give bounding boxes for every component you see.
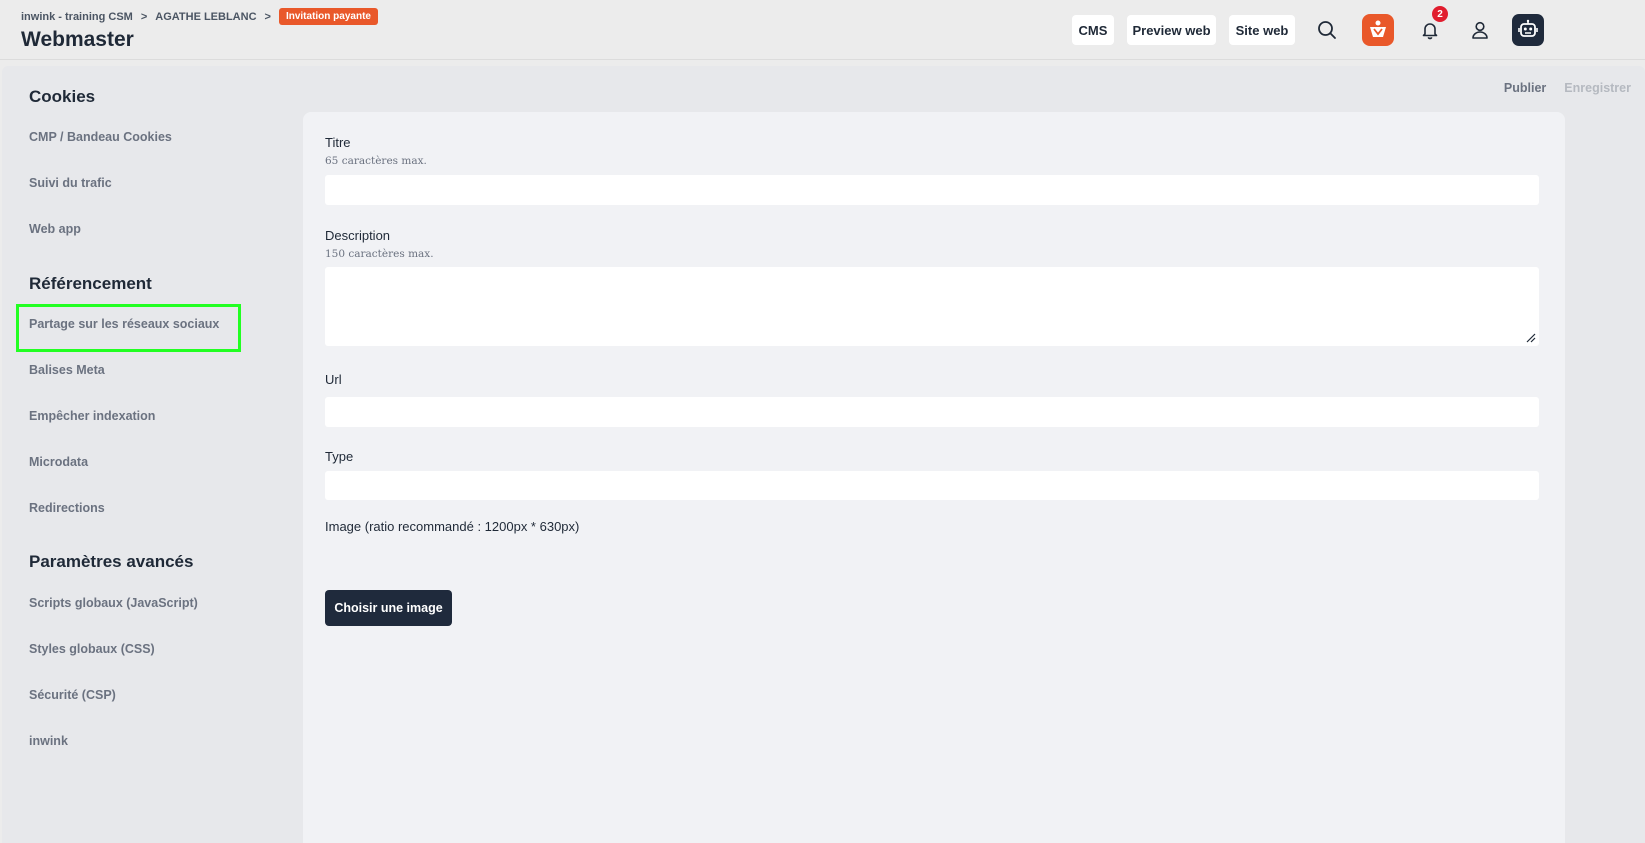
breadcrumb-separator: > — [140, 10, 148, 23]
page-title: Webmaster — [21, 28, 134, 51]
section-title-advanced: Paramètres avancés — [29, 552, 194, 571]
sidebar-item-microdata[interactable]: Microdata — [29, 455, 88, 469]
sidebar-item-global-scripts[interactable]: Scripts globaux (JavaScript) — [29, 596, 198, 610]
bell-icon — [1422, 23, 1438, 40]
breadcrumb-separator: > — [264, 10, 271, 23]
event-type-badge: Invitation payante — [278, 8, 378, 25]
notifications-button[interactable]: 2 — [1414, 6, 1448, 46]
assistant-button[interactable] — [1362, 14, 1394, 46]
publish-button[interactable]: Publier — [1504, 81, 1546, 95]
search-button[interactable] — [1311, 14, 1343, 46]
sidebar-item-security-csp[interactable]: Sécurité (CSP) — [29, 688, 116, 702]
sidebar-item-inwink[interactable]: inwink — [29, 734, 68, 748]
cms-button[interactable]: CMS — [1072, 15, 1114, 45]
preview-web-button[interactable]: Preview web — [1127, 15, 1216, 45]
image-label: Image (ratio recommandé : 1200px * 630px… — [325, 519, 580, 534]
title-input[interactable] — [325, 175, 1539, 205]
url-input[interactable] — [325, 397, 1539, 427]
sidebar-item-redirections[interactable]: Redirections — [29, 501, 105, 515]
search-icon — [1318, 21, 1336, 39]
sidebar-item-social-sharing[interactable]: Partage sur les réseaux sociaux — [29, 317, 219, 331]
bot-button[interactable] — [1512, 14, 1544, 46]
user-account-button[interactable] — [1464, 14, 1496, 46]
sidebar-item-web-app[interactable]: Web app — [29, 222, 81, 236]
description-label: Description — [325, 228, 391, 243]
site-web-button[interactable]: Site web — [1229, 15, 1295, 45]
section-title-cookies: Cookies — [29, 87, 96, 106]
sidebar-item-prevent-indexing[interactable]: Empêcher indexation — [29, 409, 155, 423]
robot-icon — [1518, 19, 1538, 37]
url-label: Url — [325, 372, 342, 387]
sidebar: Cookies CMP / Bandeau Cookies Suivi du t… — [2, 66, 302, 843]
top-actions: Publier Enregistrer — [1504, 81, 1631, 95]
notification-count-badge: 2 — [1432, 6, 1448, 22]
breadcrumb-org[interactable]: inwink - training CSM — [21, 11, 133, 23]
description-textarea[interactable] — [325, 267, 1539, 346]
user-icon — [1472, 21, 1488, 39]
save-button[interactable]: Enregistrer — [1564, 81, 1631, 95]
resize-handle-icon[interactable] — [1526, 333, 1536, 343]
sidebar-item-cmp-cookies[interactable]: CMP / Bandeau Cookies — [29, 130, 172, 144]
type-label: Type — [325, 449, 354, 464]
section-title-seo: Référencement — [29, 274, 152, 293]
sidebar-item-traffic-tracking[interactable]: Suivi du trafic — [29, 176, 112, 190]
sidebar-item-global-styles[interactable]: Styles globaux (CSS) — [29, 642, 155, 656]
social-sharing-form: Titre 65 caractères max. Description 150… — [303, 112, 1565, 843]
top-header: inwink - training CSM > AGATHE LEBLANC >… — [0, 0, 1645, 60]
choose-image-button[interactable]: Choisir une image — [325, 590, 452, 626]
type-input[interactable] — [325, 471, 1539, 500]
main-panel: Cookies CMP / Bandeau Cookies Suivi du t… — [2, 66, 1645, 843]
breadcrumb-event[interactable]: AGATHE LEBLANC — [155, 11, 256, 23]
breadcrumb: inwink - training CSM > AGATHE LEBLANC >… — [21, 8, 378, 25]
title-hint: 65 caractères max. — [325, 155, 427, 167]
brand-logo-icon — [1370, 20, 1386, 37]
sidebar-item-meta-tags[interactable]: Balises Meta — [29, 363, 105, 377]
title-label: Titre — [325, 135, 351, 150]
description-hint: 150 caractères max. — [325, 248, 434, 260]
